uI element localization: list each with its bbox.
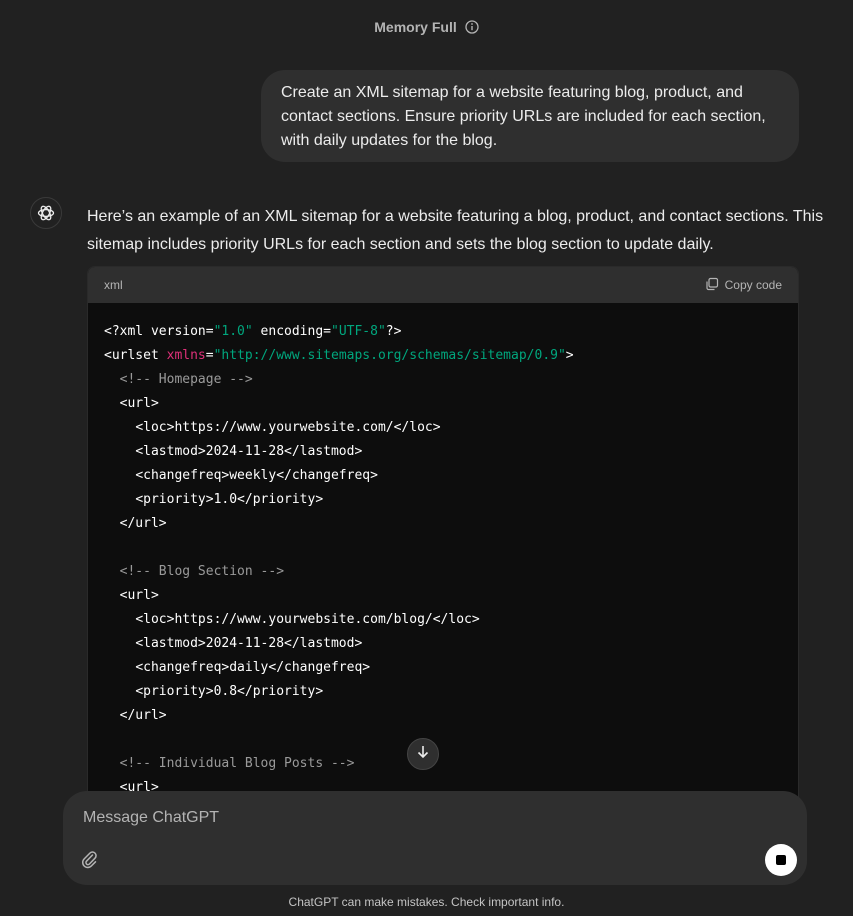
code-token-tag: </url> [119,516,167,531]
code-line: <priority>1.0</priority> [104,488,782,512]
code-token-tag: = [205,348,214,363]
message-composer [63,791,807,885]
memory-status-label: Memory Full [374,19,457,35]
code-content: <?xml version="1.0" encoding="UTF-8"?> <u… [88,303,798,800]
code-token-tag: <lastmod>2024-11-28</lastmod> [135,636,363,651]
code-token-tag: > [565,348,574,363]
code-token-attr: xmlns [166,348,206,363]
copy-code-label: Copy code [724,278,782,292]
code-token-comment: <!-- Blog Section --> [119,564,285,579]
code-token-tag: <loc>https://www.yourwebsite.com/blog/</… [135,612,480,627]
code-line: <lastmod>2024-11-28</lastmod> [104,632,782,656]
code-line: <?xml version="1.0" encoding="UTF-8"?> [104,320,782,344]
assistant-message-text: Here’s an example of an XML sitemap for … [87,208,824,253]
copy-icon [705,277,719,294]
code-line: <!-- Homepage --> [104,368,782,392]
paperclip-icon[interactable] [78,848,100,870]
stop-generating-button[interactable] [765,844,797,876]
code-line: </url> [104,512,782,536]
code-block-header: xml Copy code [88,267,798,303]
code-line: <priority>0.8</priority> [104,680,782,704]
code-line: <!-- Individual Blog Posts --> [104,752,782,776]
top-bar: Memory Full [0,17,853,37]
code-token-tag: ?> [385,324,402,339]
code-language-label: xml [104,278,123,292]
code-line: <lastmod>2024-11-28</lastmod> [104,440,782,464]
code-token-tag: <?xml version= [104,324,214,339]
message-input[interactable] [81,805,725,831]
copy-code-button[interactable]: Copy code [705,277,782,294]
code-token-tag: <loc>https://www.yourwebsite.com/</loc> [135,420,441,435]
code-token-string: "UTF-8" [331,324,386,339]
code-token-tag: <changefreq>daily</changefreq> [135,660,371,675]
code-line: <loc>https://www.yourwebsite.com/blog/</… [104,608,782,632]
code-token-string: "http://www.sitemaps.org/schemas/sitemap… [213,348,566,363]
code-token-tag: </url> [119,708,167,723]
code-token-tag: <urlset [104,348,167,363]
openai-logo-icon [30,197,62,229]
code-token-tag: encoding= [252,324,331,339]
scroll-to-bottom-button[interactable] [407,738,439,770]
user-message-text: Create an XML sitemap for a website feat… [281,84,766,149]
code-token-string: "1.0" [213,324,253,339]
code-token-comment: <!-- Individual Blog Posts --> [119,756,355,771]
code-line: <!-- Blog Section --> [104,560,782,584]
code-block: xml Copy code <?xml version="1.0" encodi… [87,266,799,806]
stop-icon [776,855,786,865]
code-line: <changefreq>daily</changefreq> [104,656,782,680]
info-circle-icon[interactable] [465,20,479,34]
code-token-tag: <lastmod>2024-11-28</lastmod> [135,444,363,459]
user-message-bubble: Create an XML sitemap for a website feat… [261,70,799,162]
code-token-tag: <url> [119,588,159,603]
code-token-tag: <changefreq>weekly</changefreq> [135,468,378,483]
code-token-tag: <url> [119,396,159,411]
code-line: <url> [104,584,782,608]
code-token-tag: <priority>1.0</priority> [135,492,324,507]
code-line: <url> [104,392,782,416]
arrow-down-icon [415,744,431,765]
code-token-tag: <priority>0.8</priority> [135,684,324,699]
code-line: <urlset xmlns="http://www.sitemaps.org/s… [104,344,782,368]
code-line: <changefreq>weekly</changefreq> [104,464,782,488]
code-line: <loc>https://www.yourwebsite.com/</loc> [104,416,782,440]
code-line: </url> [104,704,782,728]
code-token-comment: <!-- Homepage --> [119,372,253,387]
disclaimer-footer: ChatGPT can make mistakes. Check importa… [288,895,565,909]
